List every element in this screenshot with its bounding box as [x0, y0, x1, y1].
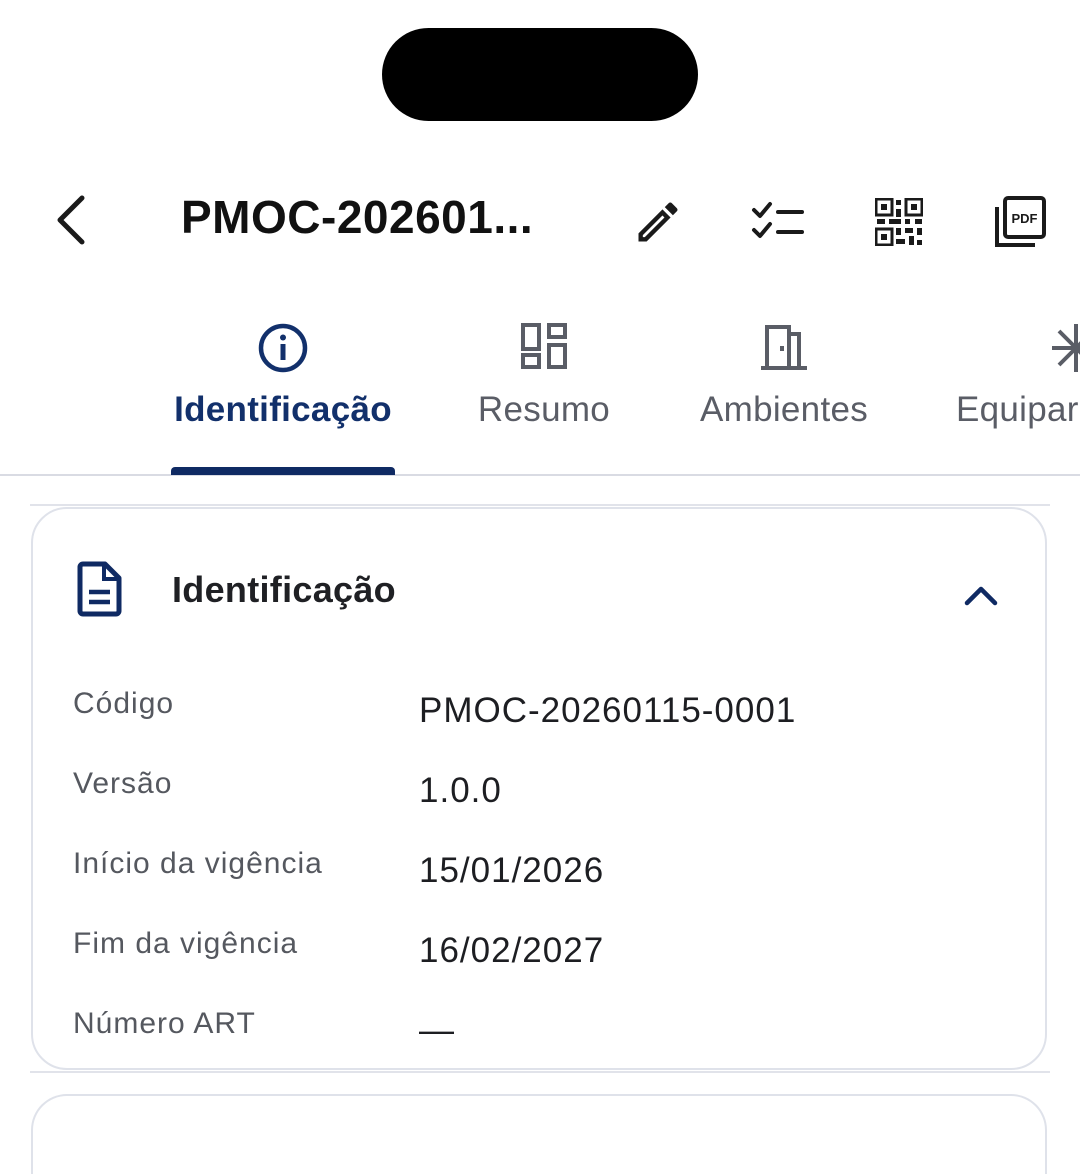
- tab-identificacao[interactable]: Identificação: [171, 310, 395, 472]
- document-icon: [77, 561, 122, 617]
- dashboard-icon: [521, 323, 567, 369]
- divider: [30, 1071, 1050, 1073]
- field-value: 15/01/2026: [419, 851, 605, 890]
- back-arrow-icon: [57, 195, 85, 245]
- checklist-button[interactable]: [746, 190, 810, 254]
- card-header[interactable]: Identificação: [33, 509, 1045, 669]
- field-label: Início da vigência: [73, 847, 323, 880]
- field-label: Número ART: [73, 1007, 256, 1040]
- field-value: PMOC-20260115-0001: [419, 691, 797, 730]
- qr-code-icon: [875, 198, 923, 246]
- info-icon: [258, 323, 308, 373]
- door-icon: [761, 325, 807, 370]
- tab-ambientes[interactable]: Ambientes: [684, 310, 884, 472]
- checklist-icon: [752, 202, 804, 238]
- pdf-icon: PDF: [995, 196, 1046, 247]
- field-value: 16/02/2027: [419, 931, 605, 970]
- field-row-fim-vigencia: Fim da vigência 16/02/2027: [33, 927, 1045, 987]
- field-value: —: [419, 1011, 455, 1050]
- tab-label: Ambientes: [699, 390, 869, 429]
- identificacao-card: Identificação Código PMOC-20260115-0001 …: [31, 507, 1047, 1070]
- app-bar: PMOC-202601... PDF: [0, 160, 1080, 280]
- field-label: Versão: [73, 767, 173, 800]
- field-label: Fim da vigência: [73, 927, 299, 960]
- field-label: Código: [73, 687, 175, 720]
- back-button[interactable]: [40, 182, 104, 258]
- tab-resumo[interactable]: Resumo: [444, 310, 644, 472]
- page-title: PMOC-202601...: [181, 191, 534, 243]
- edit-icon: [638, 202, 678, 242]
- snowflake-icon: [1052, 324, 1080, 372]
- active-tab-indicator: [171, 467, 395, 475]
- field-value: 1.0.0: [419, 771, 502, 810]
- section-title: Identificação: [172, 569, 396, 610]
- next-section-card: [31, 1094, 1047, 1174]
- field-row-versao: Versão 1.0.0: [33, 767, 1045, 827]
- svg-text:PDF: PDF: [1012, 211, 1038, 226]
- field-row-inicio-vigencia: Início da vigência 15/01/2026: [33, 847, 1045, 907]
- divider: [30, 504, 1050, 506]
- field-row-numero-art: Número ART —: [33, 1007, 1045, 1067]
- collapse-button[interactable]: [953, 567, 1009, 623]
- pdf-button[interactable]: PDF: [988, 190, 1052, 254]
- tab-label: Identificação: [174, 390, 392, 429]
- tab-bar: Identificação Resumo Ambientes Equipar: [0, 310, 1080, 476]
- chevron-up-icon: [964, 586, 998, 606]
- tab-label: Equipar: [956, 390, 1079, 429]
- tab-equipamentos[interactable]: Equipar: [956, 310, 1080, 472]
- qr-code-button[interactable]: [867, 190, 931, 254]
- edit-button[interactable]: [626, 190, 690, 254]
- camera-notch: [382, 28, 698, 121]
- field-row-codigo: Código PMOC-20260115-0001: [33, 687, 1045, 747]
- tab-label: Resumo: [477, 390, 611, 429]
